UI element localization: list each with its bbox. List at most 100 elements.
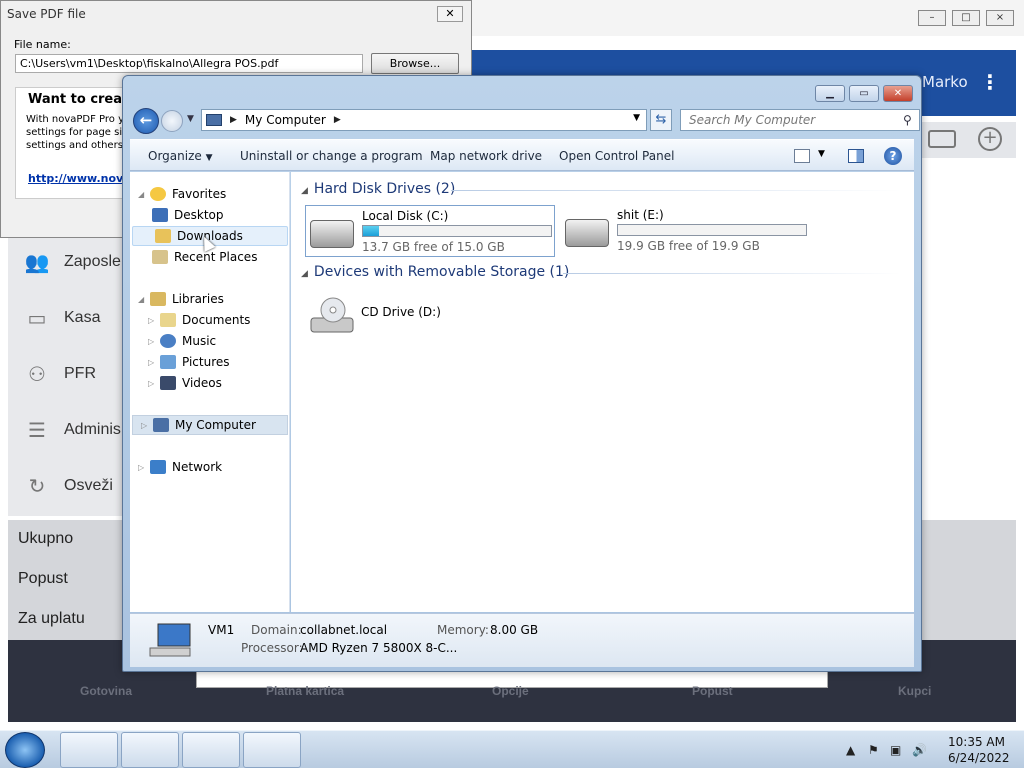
memory-value: 8.00 GB — [490, 623, 539, 637]
tray-expand-icon[interactable]: ▲ — [846, 743, 855, 757]
action-center-icon[interactable]: ⚑ — [868, 743, 879, 757]
expand-arrow-icon[interactable]: ▷ — [138, 463, 148, 472]
kebab-menu-icon[interactable]: ⋮ — [980, 70, 1000, 94]
expand-arrow-icon[interactable]: ▷ — [148, 358, 158, 367]
nav-label: Music — [182, 334, 217, 348]
nav-videos[interactable]: ▷ Videos — [130, 373, 286, 393]
help-icon[interactable]: ? — [884, 147, 902, 165]
close-button[interactable]: ✕ — [437, 6, 463, 22]
nav-libraries[interactable]: ◢ Libraries — [130, 289, 286, 309]
nav-pictures[interactable]: ▷ Pictures — [130, 352, 286, 372]
nav-music[interactable]: ▷ Music — [130, 331, 286, 351]
pos-cart-taskbar-icon[interactable] — [243, 732, 301, 768]
maximize-button[interactable]: ▭ — [849, 85, 879, 102]
search-icon[interactable]: ⚲ — [903, 113, 912, 127]
expand-arrow-icon[interactable]: ▷ — [148, 316, 158, 325]
refresh-button[interactable]: ⇆ — [650, 109, 672, 131]
firefox-taskbar-icon[interactable] — [121, 732, 179, 768]
search-input[interactable]: Search My Computer — [680, 109, 920, 131]
address-crumb[interactable]: My Computer — [245, 113, 326, 127]
pos-nav-pfr[interactable]: ⚇ PFR — [22, 360, 96, 388]
clock-date[interactable]: 6/24/2022 — [948, 751, 1010, 765]
clock-time[interactable]: 10:35 AM — [948, 735, 1005, 749]
customers-button[interactable]: Kupci — [898, 684, 931, 698]
drive-cd-d[interactable]: CD Drive (D:) — [305, 288, 555, 340]
pos-nav-refresh[interactable]: ↻ Osveži — [22, 472, 113, 500]
nav-favorites[interactable]: ◢ Favorites — [130, 184, 286, 204]
collapse-arrow-icon[interactable]: ◢ — [301, 269, 308, 279]
card-button[interactable]: Platna kartica — [266, 684, 344, 698]
videos-icon — [160, 376, 176, 390]
views-icon[interactable] — [794, 149, 810, 163]
windows-drive-icon — [310, 220, 354, 248]
pos-nav-cash-register[interactable]: ▭ Kasa — [22, 304, 101, 332]
minimize-button[interactable]: ▁ — [815, 85, 845, 102]
chevron-down-icon[interactable]: ▼ — [818, 149, 825, 159]
nav-network[interactable]: ▷ Network — [130, 457, 286, 477]
register-icon: ▭ — [27, 306, 47, 330]
toolbox-taskbar-icon[interactable] — [182, 732, 240, 768]
volume-icon[interactable]: 🔊 — [912, 743, 927, 757]
domain-label: Domain: — [251, 623, 302, 637]
libraries-icon — [150, 292, 166, 306]
pos-nav-employees[interactable]: 👥 Zaposle — [22, 248, 121, 276]
close-button[interactable]: ✕ — [883, 85, 913, 102]
pos-maximize-button[interactable]: □ — [952, 10, 980, 26]
promo-link[interactable]: http://www.nova — [28, 172, 131, 185]
total-label: Ukupno — [18, 530, 74, 547]
group-divider — [563, 273, 901, 274]
preview-pane-icon[interactable] — [848, 149, 864, 163]
chevron-right-icon[interactable]: ▶ — [230, 115, 237, 125]
pictures-icon — [160, 355, 176, 369]
discount-button[interactable]: Popust — [692, 684, 733, 698]
keyboard-icon[interactable] — [928, 130, 956, 148]
promo-text: With novaPDF Pro y settings for page siz… — [26, 113, 127, 152]
drive-free-space: 13.7 GB free of 15.0 GB — [362, 240, 505, 254]
organize-button[interactable]: Organize ▼ — [148, 149, 213, 163]
start-button[interactable] — [5, 732, 45, 768]
recent-places-icon — [152, 250, 168, 264]
chevron-down-icon: ▼ — [205, 153, 213, 163]
pos-close-button[interactable]: × — [986, 10, 1014, 26]
navigation-row: ← ▼ ▶ My Computer ▶ ▼ ⇆ Search My Comput… — [131, 108, 920, 134]
expand-arrow-icon[interactable]: ▷ — [141, 421, 151, 430]
hard-drive-icon — [565, 219, 609, 247]
map-network-drive-button[interactable]: Map network drive — [430, 149, 542, 163]
forward-button[interactable] — [161, 110, 183, 132]
content-pane: ◢ Hard Disk Drives (2) Local Disk (C:) 13… — [291, 172, 914, 612]
pos-user-name[interactable]: Marko — [922, 73, 968, 91]
back-button[interactable]: ← — [133, 108, 159, 134]
drive-e[interactable]: shit (E:) 19.9 GB free of 19.9 GB — [561, 205, 811, 257]
expand-arrow-icon[interactable]: ▷ — [148, 337, 158, 346]
expand-arrow-icon[interactable]: ▷ — [148, 379, 158, 388]
drive-free-space: 19.9 GB free of 19.9 GB — [617, 239, 760, 253]
network-tray-icon[interactable]: ▣ — [890, 743, 901, 757]
group-header-hard-disks[interactable]: ◢ Hard Disk Drives (2) — [301, 181, 455, 197]
uninstall-program-button[interactable]: Uninstall or change a program — [240, 149, 423, 163]
pos-nav-admin[interactable]: ☰ Adminis — [22, 416, 121, 444]
collapse-arrow-icon[interactable]: ◢ — [301, 186, 308, 196]
collapse-arrow-icon[interactable]: ◢ — [138, 190, 148, 199]
open-control-panel-button[interactable]: Open Control Panel — [559, 149, 674, 163]
recent-pages-chevron-icon[interactable]: ▼ — [187, 114, 194, 124]
collapse-arrow-icon[interactable]: ◢ — [138, 295, 148, 304]
nav-documents[interactable]: ▷ Documents — [130, 310, 286, 330]
nav-desktop[interactable]: Desktop — [130, 205, 286, 225]
pos-minimize-button[interactable]: – — [918, 10, 946, 26]
explorer-taskbar-icon[interactable] — [60, 732, 118, 768]
file-name-input[interactable]: C:\Users\vm1\Desktop\fiskalno\Allegra PO… — [15, 54, 363, 73]
options-button[interactable]: Opcije — [492, 684, 529, 698]
add-circle-icon[interactable]: + — [978, 127, 1002, 151]
refresh-icon: ↻ — [28, 474, 46, 498]
cash-button[interactable]: Gotovina — [80, 684, 132, 698]
promo-line: With novaPDF Pro y — [26, 114, 125, 125]
drive-local-disk-c[interactable]: Local Disk (C:) 13.7 GB free of 15.0 GB — [305, 205, 555, 257]
browse-button[interactable]: Browse... — [371, 53, 459, 74]
nav-my-computer[interactable]: ▷ My Computer — [132, 415, 288, 435]
group-header-removable[interactable]: ◢ Devices with Removable Storage (1) — [301, 264, 569, 280]
nav-label: My Computer — [175, 418, 256, 432]
address-bar[interactable]: ▶ My Computer ▶ ▼ — [201, 109, 647, 131]
address-dropdown-icon[interactable]: ▼ — [633, 113, 640, 123]
chevron-right-icon[interactable]: ▶ — [334, 115, 341, 125]
network-nodes-icon: ⚇ — [28, 362, 46, 386]
